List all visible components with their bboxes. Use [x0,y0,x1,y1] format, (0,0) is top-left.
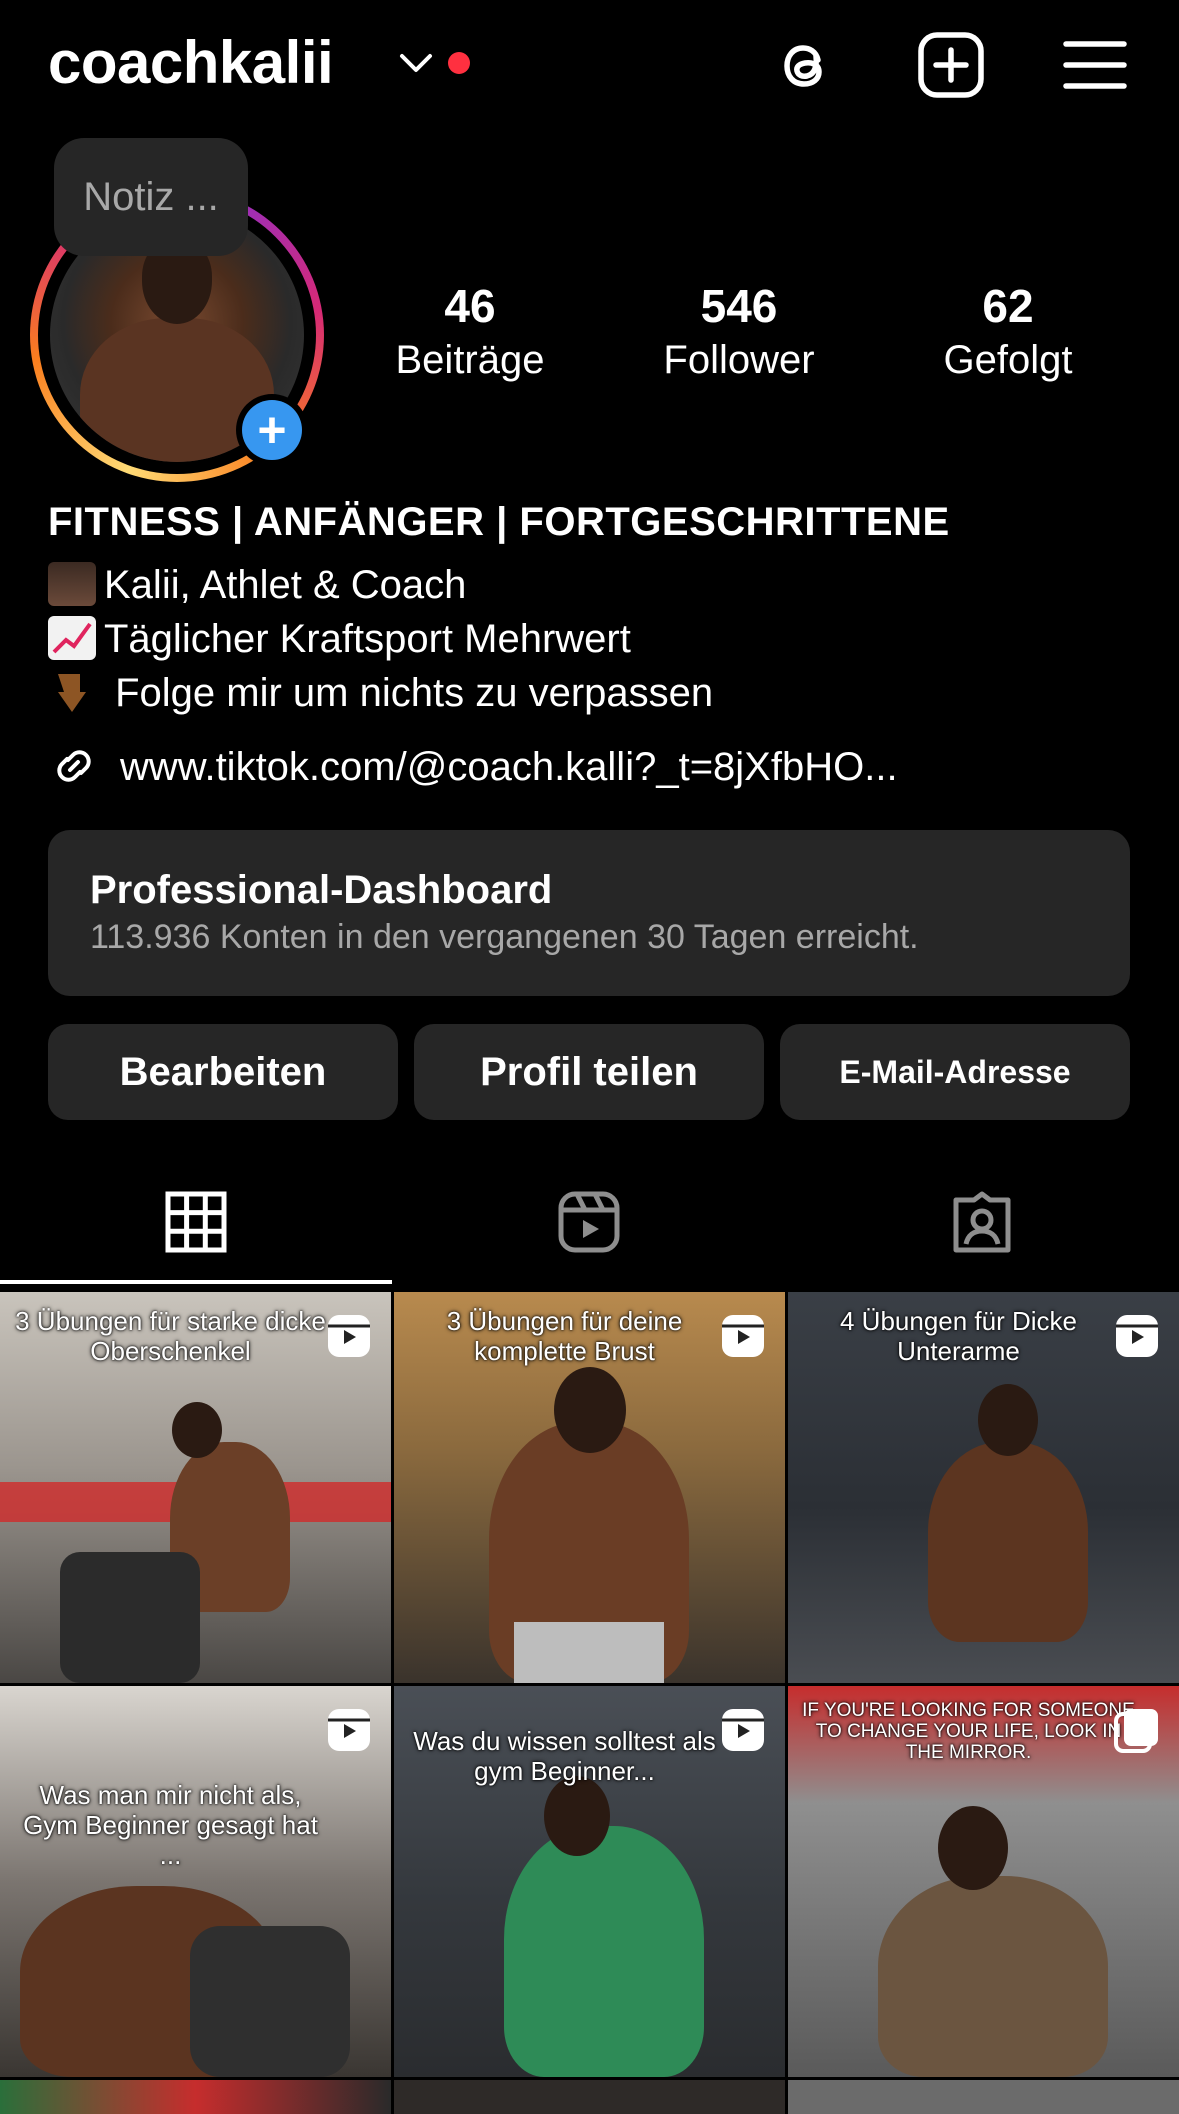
threads-icon[interactable] [772,30,842,100]
bio-line: Folge mir um nichts zu verpassen [48,670,713,716]
post-tile[interactable]: IF YOU'RE LOOKING FOR SOMEONE TO CHANGE … [788,1686,1179,2077]
stat-posts[interactable]: 46 Beiträge [360,278,580,386]
dashboard-title: Professional-Dashboard [90,868,553,912]
link-icon [57,750,91,782]
reel-icon [722,1315,764,1357]
reel-icon [1116,1315,1158,1357]
bio-line: Täglicher Kraftsport Mehrwert [48,616,631,662]
chart-increasing-icon [48,616,96,660]
add-story-button[interactable]: + [242,400,302,460]
bio-link[interactable]: www.tiktok.com/@coach.kalli?_t=8jXfbHO..… [48,740,898,792]
stat-following[interactable]: 62 Gefolgt [898,278,1118,386]
active-tab-indicator [0,1280,392,1284]
post-tile[interactable]: 4 Übungen für Dicke Unterarme [788,1292,1179,1683]
new-post-icon[interactable] [916,30,986,100]
post-tile[interactable]: 3 Übungen für deine komplette Brust [394,1292,785,1683]
chevron-down-icon[interactable] [398,48,434,78]
post-tile[interactable]: Was du wissen solltest als gym Beginner.… [394,1686,785,2077]
notification-dot [448,52,470,74]
stat-followers[interactable]: 546 Follower [629,278,849,386]
menu-icon[interactable] [1060,30,1130,100]
pointing-down-icon [48,670,96,714]
reels-icon[interactable] [557,1190,621,1254]
reel-icon [722,1709,764,1751]
bio-title: FITNESS | ANFÄNGER | FORTGESCHRITTENE [48,500,950,544]
post-tile-partial[interactable] [0,2080,391,2114]
reel-icon [328,1709,370,1751]
profile-username[interactable]: coachkalii [48,28,334,97]
tagged-icon[interactable] [950,1190,1014,1254]
post-tile[interactable]: 3 Übungen für starke dicke Oberschenkel [0,1292,391,1683]
professional-dashboard[interactable] [48,830,1130,996]
reel-icon [328,1315,370,1357]
post-tile-partial[interactable] [788,2080,1179,2114]
carousel-icon [1114,1709,1158,1753]
edit-profile-button[interactable]: Bearbeiten [48,1024,398,1120]
email-button[interactable]: E-Mail-Adresse [780,1024,1130,1120]
note-bubble[interactable]: Notiz ... [54,138,248,256]
bio-line: Kalii, Athlet & Coach [48,562,466,608]
post-tile-partial[interactable] [394,2080,785,2114]
weightlifter-icon [48,562,96,606]
dashboard-subtitle: 113.936 Konten in den vergangenen 30 Tag… [90,918,919,956]
share-profile-button[interactable]: Profil teilen [414,1024,764,1120]
grid-icon[interactable] [164,1190,228,1254]
post-tile[interactable]: Was man mir nicht als, Gym Beginner gesa… [0,1686,391,2077]
